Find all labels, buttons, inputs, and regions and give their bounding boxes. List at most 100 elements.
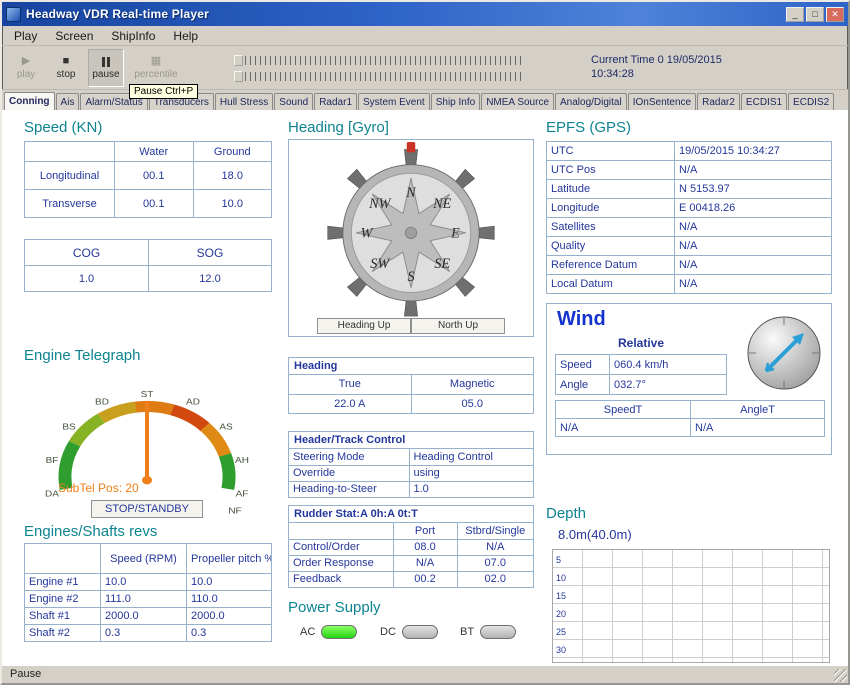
tab-ais[interactable]: Ais	[56, 93, 80, 110]
maximize-button[interactable]: □	[806, 7, 824, 22]
telegraph-label: BS	[62, 422, 75, 431]
play-button[interactable]: ▶ play	[8, 49, 44, 87]
tab-ship-info[interactable]: Ship Info	[431, 93, 480, 110]
table-row: Shaft #1 2000.0 2000.0	[25, 608, 272, 625]
tab-radar1[interactable]: Radar1	[314, 93, 357, 110]
tab-analog-digital[interactable]: Analog/Digital	[555, 93, 627, 110]
table-row: Shaft #2 0.3 0.3	[25, 625, 272, 642]
table-row: Speed 060.4 km/h	[556, 355, 727, 375]
cog-value: 1.0	[25, 266, 149, 292]
table-row: 1.0 12.0	[25, 266, 272, 292]
minimize-button[interactable]: _	[786, 7, 804, 22]
wind-direction-dial	[745, 314, 823, 392]
menu-play[interactable]: Play	[5, 27, 46, 45]
tab-system-event[interactable]: System Event	[358, 93, 430, 110]
tab-sound[interactable]: Sound	[274, 93, 313, 110]
menu-screen[interactable]: Screen	[46, 27, 102, 45]
wind-angle-value: 032.7°	[610, 375, 727, 395]
bt-indicator-light	[480, 625, 516, 639]
rudder-col-stbrd: Stbrd/Single	[457, 523, 533, 539]
range-slider[interactable]	[245, 72, 523, 81]
table-row: Order Response N/A 07.0	[289, 555, 533, 571]
speed-col-water: Water	[115, 142, 194, 162]
range-slider-thumb[interactable]	[234, 71, 243, 82]
heading-panel-title: Heading	[289, 358, 533, 375]
tab-ecdis2[interactable]: ECDIS2	[788, 93, 834, 110]
rudder-panel-title: Rudder Stat:A 0h:A 0t:T	[289, 506, 533, 523]
tab-ecdis1[interactable]: ECDIS1	[741, 93, 787, 110]
telegraph-label: NF	[228, 506, 242, 515]
depth-scale-tick: 15	[556, 591, 566, 601]
tab-hull-stress[interactable]: Hull Stress	[215, 93, 273, 110]
depth-section-title: Depth	[546, 505, 586, 522]
timeline-slider-thumb[interactable]	[234, 55, 243, 66]
current-time: Current Time 0 19/05/2015 10:34:28	[591, 53, 722, 81]
current-time-date: Current Time 0 19/05/2015	[591, 53, 722, 67]
menu-shipinfo[interactable]: ShipInfo	[102, 27, 164, 45]
percentile-label: percentile	[134, 69, 177, 80]
table-row: QualityN/A	[547, 237, 832, 256]
telegraph-label: AD	[186, 397, 200, 406]
compass-point: NW	[368, 196, 391, 212]
stop-standby-button[interactable]: STOP/STANDBY	[91, 500, 203, 518]
lubber-line-marker	[407, 142, 416, 152]
percentile-button[interactable]: ▦ percentile	[128, 49, 184, 87]
wind-speedt-value: N/A	[556, 419, 691, 437]
power-ac: AC	[300, 625, 370, 639]
table-row: Local DatumN/A	[547, 275, 832, 294]
rudder-panel: Rudder Stat:A 0h:A 0t:T Port Stbrd/Singl…	[288, 505, 534, 588]
percentile-icon: ▦	[151, 56, 161, 67]
compass-point: N	[405, 185, 417, 201]
timeline-slider[interactable]	[245, 56, 523, 65]
ac-indicator-light	[321, 625, 357, 639]
pause-label: pause	[92, 69, 119, 80]
table-row: Heading-to-Steer 1.0	[289, 481, 533, 497]
compass-point: S	[407, 269, 414, 285]
power-section-title: Power Supply	[288, 599, 381, 616]
depth-scale-tick: 10	[556, 573, 566, 583]
stop-label: stop	[57, 69, 76, 80]
close-button[interactable]: ✕	[826, 7, 844, 22]
depth-history-grid	[552, 549, 830, 663]
table-row: Control/Order 08.0 N/A	[289, 539, 533, 555]
table-row: LongitudeE 00418.26	[547, 199, 832, 218]
play-label: play	[17, 69, 35, 80]
wind-relative-table: Speed 060.4 km/h Angle 032.7°	[555, 354, 727, 395]
depth-scale-tick: 30	[556, 645, 566, 655]
heading-up-button[interactable]: Heading Up	[317, 318, 411, 334]
telegraph-label: BF	[46, 456, 59, 465]
tab-ionsentence[interactable]: IOnSentence	[628, 93, 696, 110]
cog-sog-table: COG SOG 1.0 12.0	[24, 239, 272, 292]
pause-button[interactable]: pause	[88, 49, 124, 87]
depth-scale-tick: 20	[556, 609, 566, 619]
resize-grip[interactable]	[834, 669, 847, 682]
wind-panel: Wind Relative Speed	[546, 303, 832, 455]
table-row: UTC PosN/A	[547, 161, 832, 180]
track-control-title: Header/Track Control	[289, 432, 533, 449]
engines-col-speed: Speed (RPM)	[101, 544, 187, 574]
menu-help[interactable]: Help	[164, 27, 207, 45]
stop-button[interactable]: ■ stop	[48, 49, 84, 87]
speed-section-title: Speed (KN)	[24, 119, 102, 136]
title-bar[interactable]: Headway VDR Real-time Player _ □ ✕	[2, 2, 848, 26]
telegraph-label: AF	[236, 489, 249, 498]
sog-label: SOG	[149, 240, 272, 266]
tab-radar2[interactable]: Radar2	[697, 93, 740, 110]
table-row: Engine #1 10.0 10.0	[25, 574, 272, 591]
table-row: SatellitesN/A	[547, 218, 832, 237]
telegraph-label: ST	[141, 390, 154, 399]
gyro-compass-panel: N NE E SE S SW W NW Heading Up North Up	[288, 139, 534, 337]
tab-nmea-source[interactable]: NMEA Source	[481, 93, 554, 110]
wind-mode-label: Relative	[555, 336, 727, 350]
compass-rose: N NE E SE S SW W NW	[325, 142, 497, 318]
wind-anglet-value: N/A	[691, 419, 825, 437]
table-row: Angle 032.7°	[556, 375, 727, 395]
epfs-section-title: EPFS (GPS)	[546, 119, 631, 136]
table-row: LatitudeN 5153.97	[547, 180, 832, 199]
north-up-button[interactable]: North Up	[411, 318, 505, 334]
subtel-position: SubTel Pos: 20	[58, 481, 139, 495]
engines-section-title: Engines/Shafts revs	[24, 523, 157, 540]
dc-indicator-light	[402, 625, 438, 639]
window-title: Headway VDR Real-time Player	[26, 7, 209, 21]
tab-conning[interactable]: Conning	[4, 92, 55, 110]
